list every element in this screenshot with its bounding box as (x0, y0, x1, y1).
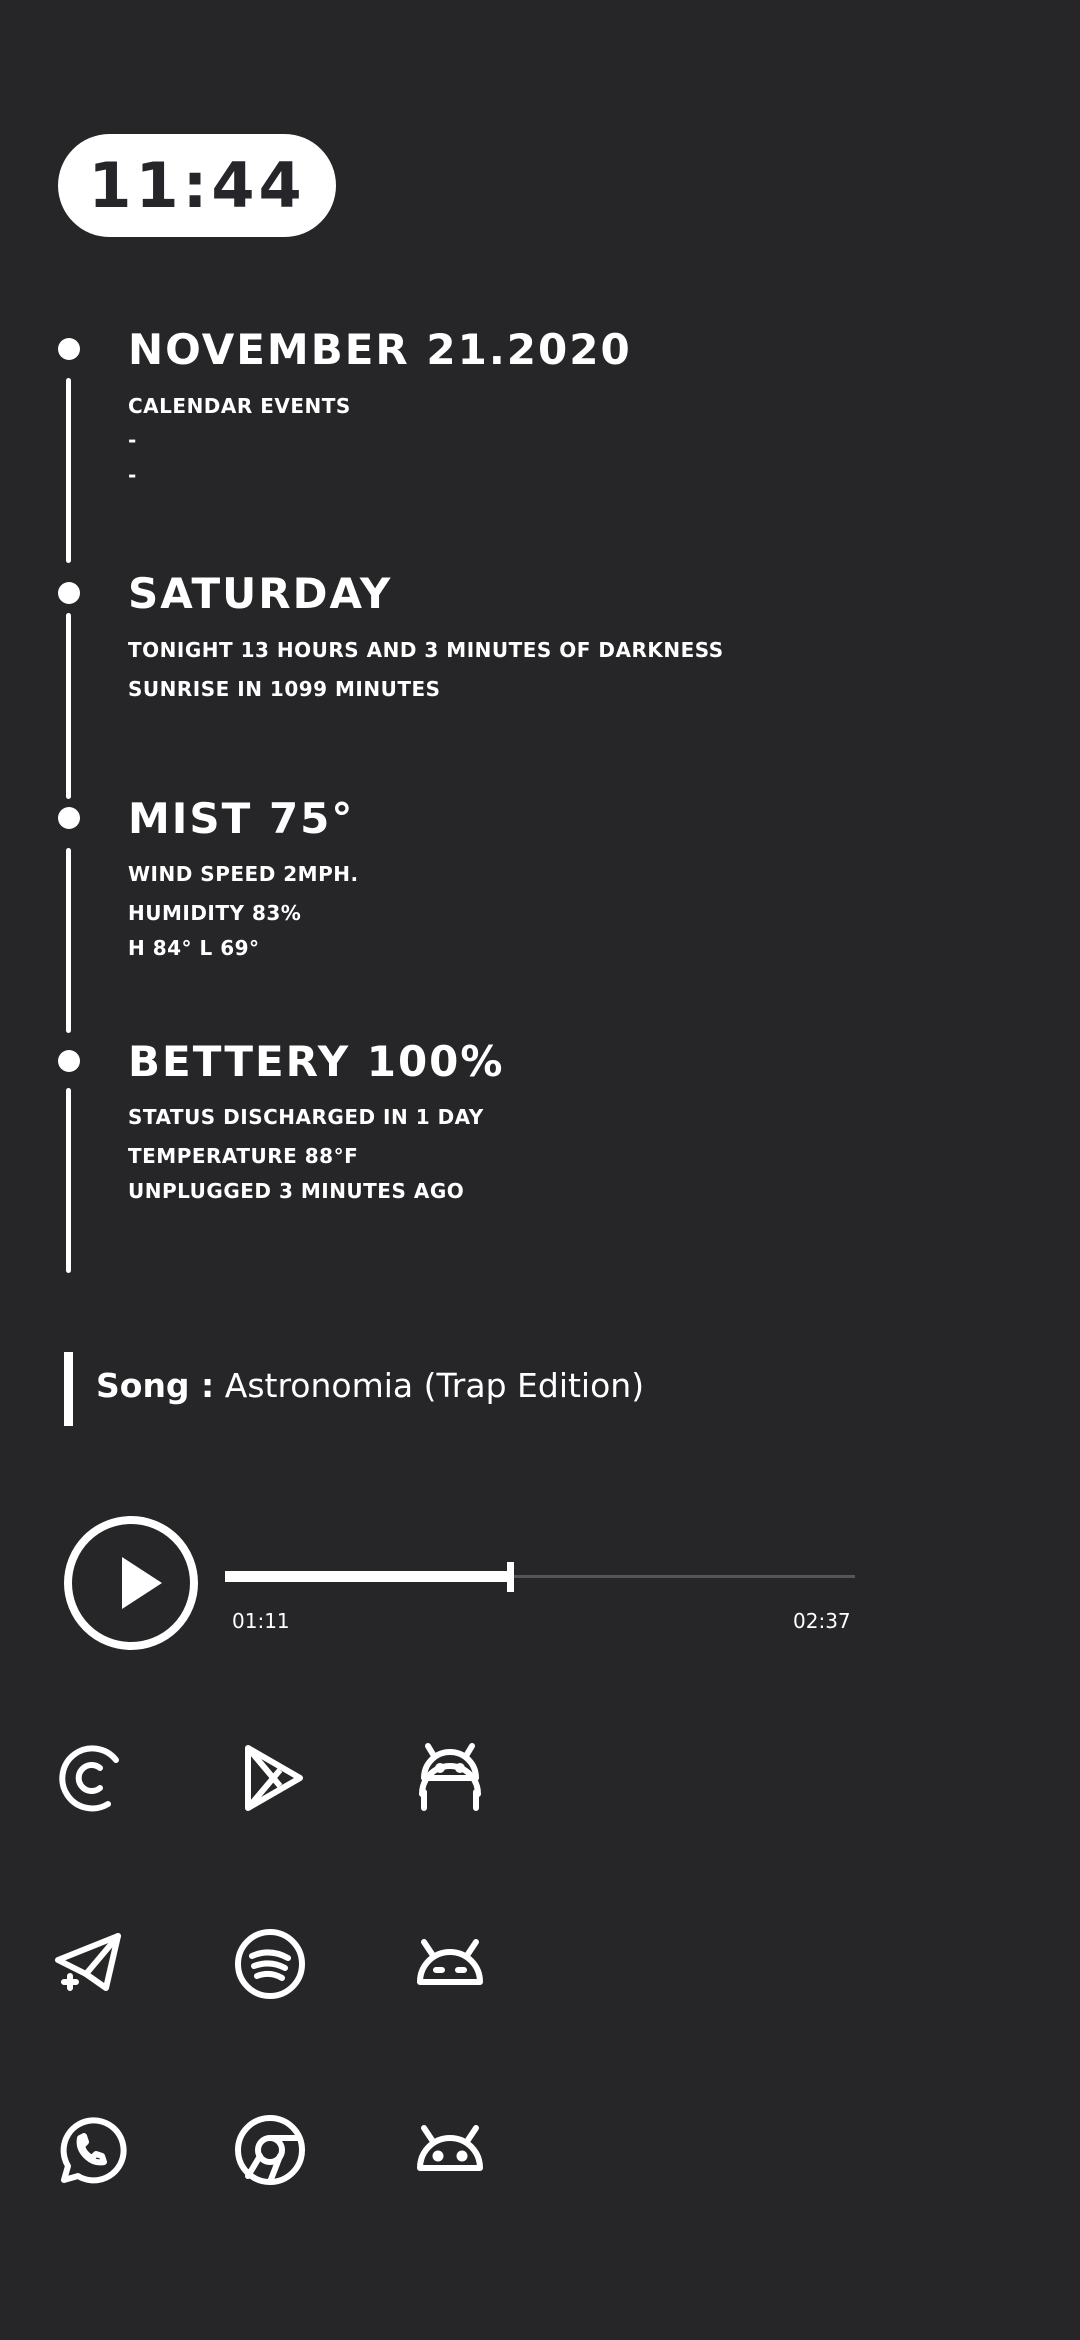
play-store-icon[interactable] (232, 1738, 312, 1818)
progress-fill (225, 1571, 510, 1582)
progress-handle[interactable] (507, 1562, 514, 1592)
battery-title: BETTERY 100% (128, 1037, 505, 1086)
darkness-info: TONIGHT 13 HOURS AND 3 MINUTES OF DARKNE… (128, 638, 724, 662)
timeline-dot (58, 338, 80, 360)
timeline-dot (58, 582, 80, 604)
calendar-event-item: - (128, 428, 137, 452)
wind-speed-info: WIND SPEED 2MPH. (128, 862, 359, 886)
play-button[interactable] (64, 1516, 198, 1650)
sunrise-info: SUNRISE IN 1099 MINUTES (128, 677, 441, 701)
song-title: Astronomia (Trap Edition) (224, 1366, 645, 1405)
timeline-dot (58, 1050, 80, 1072)
clock-time: 11:44 (88, 149, 306, 222)
high-low-info: H 84° L 69° (128, 936, 260, 960)
android-head-icon[interactable] (410, 1924, 490, 2004)
chrome-icon[interactable] (230, 2110, 310, 2190)
song-accent-bar (64, 1352, 73, 1426)
humidity-info: HUMIDITY 83% (128, 901, 302, 925)
song-label: Song : (96, 1366, 215, 1405)
current-time: 01:11 (232, 1609, 290, 1633)
android-robot-icon[interactable] (410, 1738, 490, 1818)
timeline-line (66, 1088, 71, 1273)
copyright-c-icon[interactable] (50, 1738, 130, 1818)
android-head-icon[interactable] (410, 2110, 490, 2190)
date-title: NOVEMBER 21.2020 (128, 325, 632, 374)
whatsapp-icon[interactable] (50, 2110, 130, 2190)
now-playing-song: Song : Astronomia (Trap Edition) (96, 1366, 644, 1405)
battery-status-info: STATUS DISCHARGED IN 1 DAY (128, 1105, 484, 1129)
spotify-icon[interactable] (230, 1924, 310, 2004)
play-icon (122, 1557, 162, 1609)
clock-widget[interactable]: 11:44 (58, 134, 336, 237)
unplugged-info: UNPLUGGED 3 MINUTES AGO (128, 1179, 465, 1203)
total-time: 02:37 (793, 1609, 851, 1633)
telegram-icon[interactable] (50, 1924, 130, 2004)
weather-title: MIST 75° (128, 794, 355, 843)
day-title: SATURDAY (128, 569, 393, 618)
timeline-dot (58, 807, 80, 829)
battery-temperature-info: TEMPERATURE 88°F (128, 1144, 359, 1168)
calendar-event-item: - (128, 463, 137, 487)
timeline-line (66, 378, 71, 563)
calendar-events-label: CALENDAR EVENTS (128, 394, 351, 418)
timeline-line (66, 848, 71, 1033)
timeline-line (66, 613, 71, 799)
